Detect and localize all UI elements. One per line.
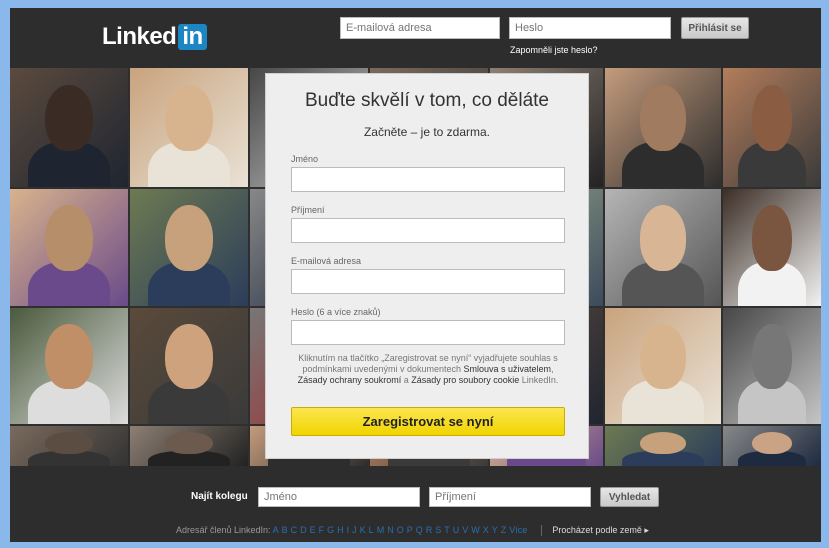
profile-photo (10, 308, 128, 424)
registration-card: Buďte skvělí v tom, co děláte Začněte – … (265, 73, 589, 459)
footer: Najít kolegu Vyhledat Adresář členů Link… (10, 466, 821, 542)
directory-letter-link[interactable]: Více (509, 525, 527, 535)
logo-in-badge: in (178, 24, 207, 50)
colleague-first-name-input[interactable] (258, 487, 420, 507)
card-title: Buďte skvělí v tom, co děláte (304, 90, 549, 111)
top-header: Linkedin Přihlásit se Zapomněli jste hes… (10, 8, 821, 68)
logo-text: Linked (102, 23, 177, 50)
password-label: Heslo (6 a více znaků) (291, 307, 381, 317)
terms-text-part4: LinkedIn. (519, 375, 559, 385)
find-colleague-label: Najít kolegu (191, 491, 248, 502)
header-email-input[interactable] (340, 17, 500, 39)
directory-letter-link[interactable]: X (483, 525, 489, 535)
linkedin-logo[interactable]: Linked in (102, 22, 207, 52)
card-subtitle: Začněte – je to zdarma. (363, 125, 491, 139)
profile-photo (723, 189, 821, 306)
profile-photo (10, 426, 128, 466)
directory-letters: A B C D E F G H I J K L M N O P Q R S T U V W X Y Z Více (273, 525, 531, 535)
directory-letter-link[interactable]: S (435, 525, 441, 535)
directory-letter-link[interactable]: W (471, 525, 480, 535)
directory-letter-link[interactable]: N (387, 525, 394, 535)
profile-photo (130, 68, 248, 187)
divider (540, 525, 542, 537)
email-label: E-mailová adresa (291, 256, 362, 266)
directory-letter-link[interactable]: E (310, 525, 316, 535)
directory-letter-link[interactable]: I (347, 525, 350, 535)
directory-letter-link[interactable]: M (377, 525, 385, 535)
profile-photo (723, 308, 821, 424)
directory-letter-link[interactable]: F (319, 525, 325, 535)
first-name-input[interactable] (291, 167, 565, 192)
directory-letter-link[interactable]: A (273, 525, 279, 535)
page-frame: Linkedin Přihlásit se Zapomněli jste hes… (10, 8, 821, 542)
directory-letter-link[interactable]: Q (416, 525, 423, 535)
login-button[interactable]: Přihlásit se (681, 17, 749, 39)
directory-letter-link[interactable]: V (462, 525, 468, 535)
search-colleague-button[interactable]: Vyhledat (600, 487, 659, 507)
privacy-policy-link[interactable]: Zásady ochrany soukromí (298, 375, 402, 385)
directory-letter-link[interactable]: K (360, 525, 366, 535)
password-input[interactable] (291, 320, 565, 345)
email-input[interactable] (291, 269, 565, 294)
directory-letter-link[interactable]: P (407, 525, 413, 535)
directory-letter-link[interactable]: H (337, 525, 344, 535)
directory-letter-link[interactable]: G (327, 525, 334, 535)
first-name-label: Jméno (291, 154, 319, 164)
directory-letter-link[interactable]: B (282, 525, 288, 535)
colleague-last-name-input[interactable] (429, 487, 591, 507)
directory-letter-link[interactable]: T (444, 525, 450, 535)
last-name-input[interactable] (291, 218, 565, 243)
terms-text: Kliknutím na tlačítko „Zaregistrovat se … (288, 353, 568, 386)
profile-photo (10, 189, 128, 306)
cookie-policy-link[interactable]: Zásady pro soubory cookie (411, 375, 519, 385)
directory-letter-link[interactable]: J (352, 525, 357, 535)
directory-letter-link[interactable]: O (397, 525, 404, 535)
header-password-input[interactable] (509, 17, 671, 39)
profile-photo (723, 426, 821, 466)
member-directory: Adresář členů LinkedIn: ABCDEFGHIJKLMNOP… (176, 525, 649, 537)
terms-text-part2: , (551, 364, 554, 374)
directory-letter-link[interactable]: Y (492, 525, 498, 535)
browse-by-country-link[interactable]: Procházet podle země ▸ (552, 525, 649, 535)
terms-text-part3: a (401, 375, 412, 385)
profile-photo (130, 189, 248, 306)
directory-letter-link[interactable]: L (369, 525, 374, 535)
register-now-button[interactable]: Zaregistrovat se nyní (291, 407, 565, 436)
directory-letter-link[interactable]: Z (501, 525, 507, 535)
forgot-password-link[interactable]: Zapomněli jste heslo? (510, 45, 598, 55)
profile-photo (130, 426, 248, 466)
directory-letter-link[interactable]: R (426, 525, 433, 535)
last-name-label: Příjmení (291, 205, 325, 215)
profile-photo (130, 308, 248, 424)
directory-letter-link[interactable]: U (453, 525, 460, 535)
directory-letter-link[interactable]: C (291, 525, 298, 535)
profile-photo (723, 68, 821, 187)
user-agreement-link[interactable]: Smlouva s uživatelem (464, 364, 552, 374)
profile-photo (605, 426, 721, 466)
profile-photo (10, 68, 128, 187)
profile-photo (605, 68, 721, 187)
profile-photo (605, 189, 721, 306)
profile-photo (605, 308, 721, 424)
directory-label: Adresář členů LinkedIn: (176, 525, 271, 535)
directory-letter-link[interactable]: D (300, 525, 307, 535)
